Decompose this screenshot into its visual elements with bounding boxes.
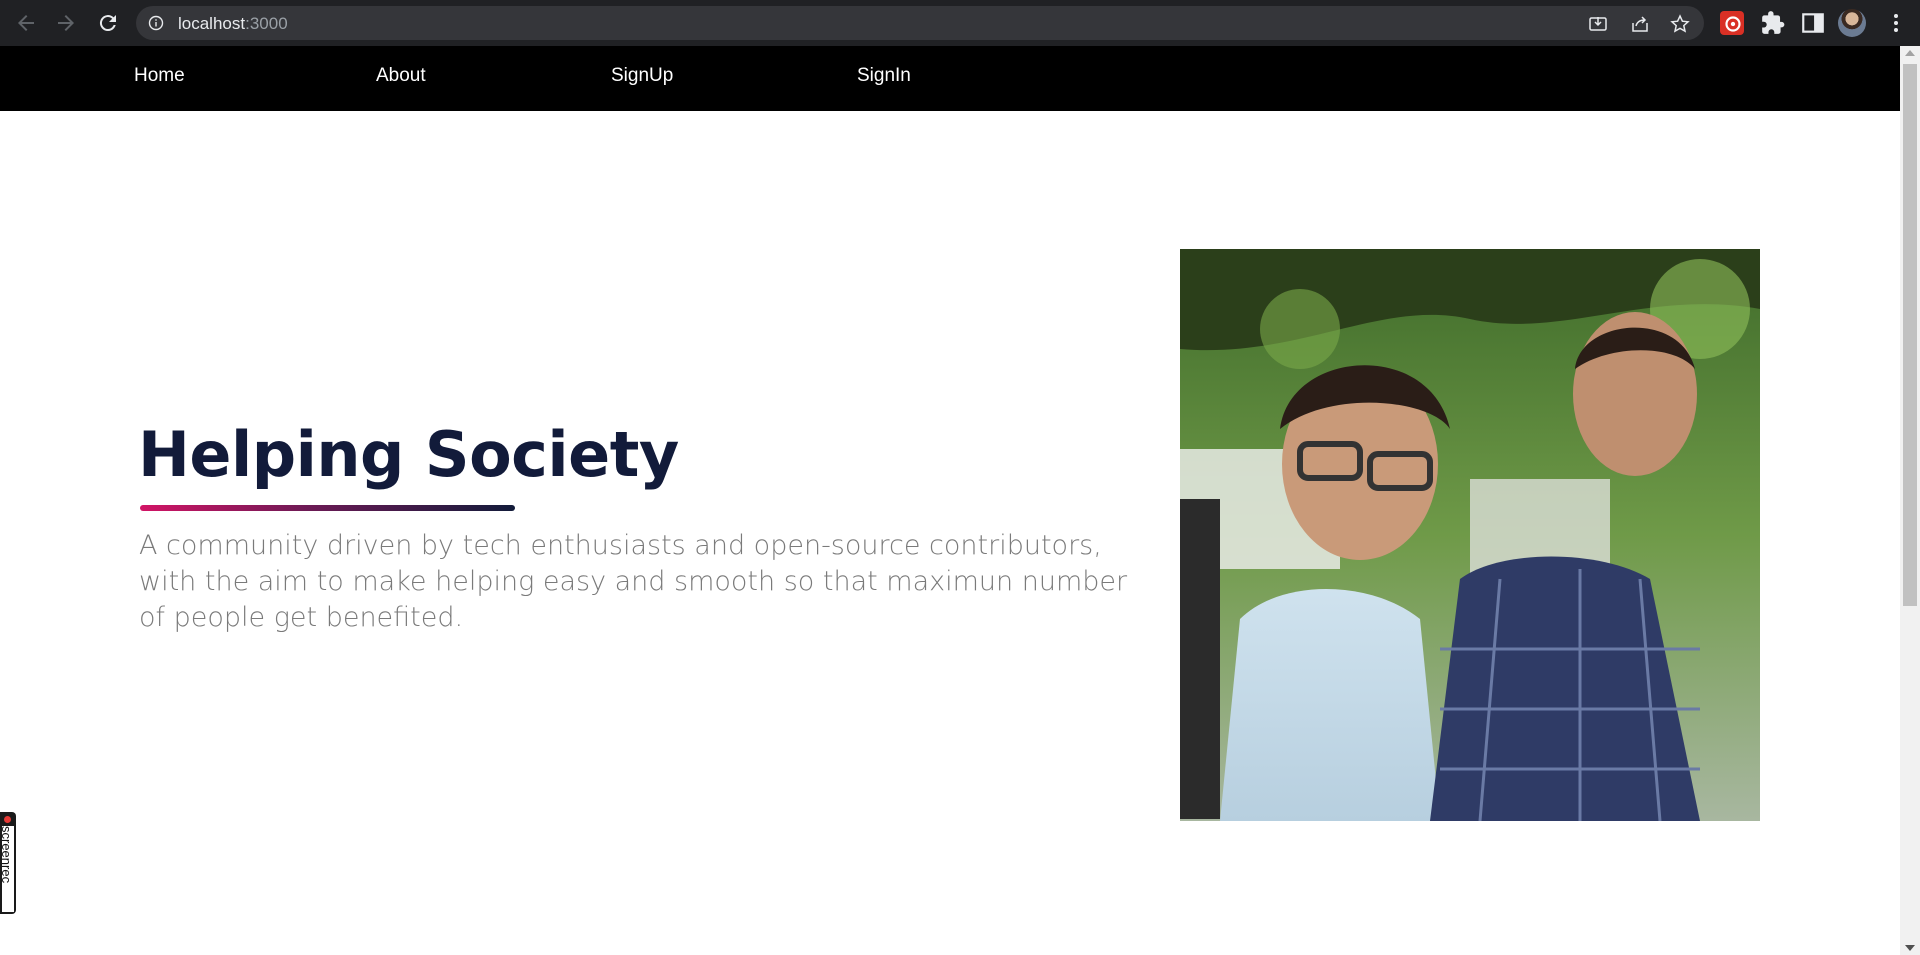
scroll-up-icon[interactable] bbox=[1905, 50, 1915, 56]
info-icon[interactable] bbox=[148, 15, 164, 31]
back-arrow-icon[interactable] bbox=[14, 11, 38, 35]
more-vert-icon[interactable] bbox=[1884, 11, 1908, 35]
install-icon[interactable] bbox=[1588, 14, 1608, 34]
browser-toolbar: localhost:3000 bbox=[0, 0, 1920, 46]
forward-arrow-icon[interactable] bbox=[54, 11, 78, 35]
hero-photo bbox=[1180, 249, 1760, 821]
hero-title: Helping Society bbox=[138, 418, 679, 491]
url-text[interactable]: localhost:3000 bbox=[178, 14, 288, 34]
hero-description: A community driven by tech enthusiasts a… bbox=[139, 530, 1128, 633]
share-icon[interactable] bbox=[1630, 14, 1650, 34]
profile-avatar[interactable] bbox=[1838, 9, 1866, 37]
nav-home-link[interactable]: Home bbox=[134, 65, 185, 87]
side-panel-icon[interactable] bbox=[1800, 10, 1826, 36]
nav-about-link[interactable]: About bbox=[376, 65, 426, 87]
puzzle-icon[interactable] bbox=[1760, 10, 1786, 36]
title-underline bbox=[140, 505, 515, 511]
nav-signin-link[interactable]: SignIn bbox=[857, 65, 911, 87]
scroll-down-icon[interactable] bbox=[1905, 945, 1915, 951]
screenrec-badge[interactable]: screenrec bbox=[0, 812, 16, 914]
site-navbar: Home About SignUp SignIn bbox=[0, 46, 1900, 111]
page-viewport: Home About SignUp SignIn Helping Society… bbox=[0, 46, 1900, 955]
record-dot-icon bbox=[4, 816, 11, 823]
address-bar[interactable]: localhost:3000 bbox=[136, 6, 1704, 40]
extension-icon[interactable] bbox=[1720, 11, 1744, 35]
screenrec-label: screenrec bbox=[0, 826, 14, 912]
reload-icon[interactable] bbox=[96, 11, 120, 35]
scrollbar[interactable] bbox=[1900, 46, 1920, 955]
star-icon[interactable] bbox=[1670, 14, 1690, 34]
scrollbar-thumb[interactable] bbox=[1903, 64, 1917, 606]
nav-signup-link[interactable]: SignUp bbox=[611, 65, 673, 87]
